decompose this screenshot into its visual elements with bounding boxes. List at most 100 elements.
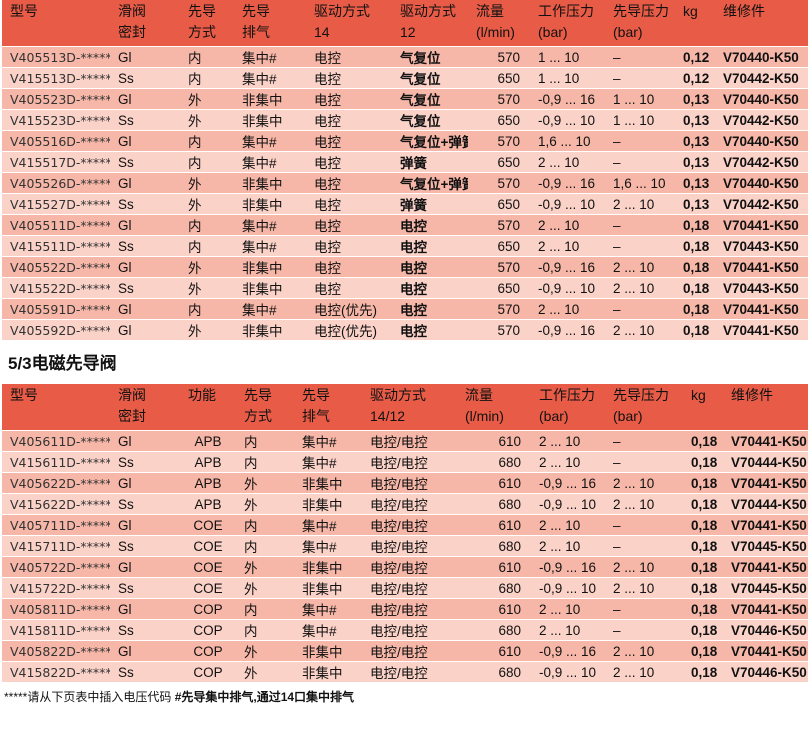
header-drive-12: 驱动方式 12 [392,0,468,46]
cell-model: V415822D-***** [2,661,110,682]
cell-drive-12: 气复位 [392,109,468,130]
cell-seal: Ss [110,277,180,298]
cell-seal: Gl [110,319,180,340]
table-row: V415811D-***** Ss COP 内集中# 电控/电控 680 2 ... 10–… [2,619,808,640]
cell-model: V405523D-***** [2,88,110,109]
cell-spare-kit: V70446-K50 [723,619,808,640]
cell-work-pressure: -0,9 ... 10 [530,109,605,130]
cell-drive-12: 弹簧 [392,193,468,214]
cell-weight: 0,18 [675,214,715,235]
header-work-pressure: 工作压力 (bar) [530,0,605,46]
cell-model: V415517D-***** [2,151,110,172]
cell-seal: Ss [110,535,180,556]
cell-pilot-pressure: – [605,514,683,535]
cell-model: V405622D-***** [2,472,110,493]
cell-spare-kit: V70441-K50 [723,556,808,577]
cell-seal: Ss [110,661,180,682]
cell-drive-14: 电控 [306,130,392,151]
cell-seal: Gl [110,640,180,661]
cell-spare-kit: V70444-K50 [723,493,808,514]
cell-drive-14: 电控 [306,151,392,172]
cell-drive-14: 电控(优先) [306,319,392,340]
cell-pilot-type: 外 [236,577,294,598]
table-row: V405522D-***** Gl 外非集中 电控 电控 570 -0,9 ... 16 2 … [2,256,808,277]
cell-drive-14-12: 电控/电控 [362,661,457,682]
cell-pilot-exhaust: 集中# [234,214,306,235]
cell-pilot-pressure: 1 ... 10 [605,109,675,130]
table-row: V405722D-***** Gl COE 外非集中 电控/电控 610 -0,9 ... … [2,556,808,577]
cell-weight: 0,18 [683,451,723,472]
cell-pilot-type: 内 [236,451,294,472]
cell-work-pressure: 2 ... 10 [531,451,605,472]
cell-pilot-pressure: 2 ... 10 [605,193,675,214]
cell-weight: 0,13 [675,109,715,130]
header-flow-line1: 流量 [465,387,493,403]
table-row: V405511D-***** Gl 内集中# 电控 电控 570 2 ... 10–0,18… [2,214,808,235]
cell-weight: 0,13 [675,172,715,193]
table-row: V415511D-***** Ss 内集中# 电控 电控 650 2 ... 10–0,18… [2,235,808,256]
footnote-voltage-code: *****请从下页表中插入电压代码 [4,690,175,704]
cell-spare-kit: V70446-K50 [723,661,808,682]
cell-model: V405711D-***** [2,514,110,535]
cell-pilot-exhaust: 非集中 [294,556,362,577]
cell-model: V405516D-***** [2,130,110,151]
cell-pilot-exhaust: 非集中 [294,493,362,514]
cell-drive-14-12: 电控/电控 [362,640,457,661]
header-pilot-pressure: 先导压力 (bar) [605,384,683,430]
header-spare-kit-line1: 维修件 [723,3,765,19]
cell-model: V415513D-***** [2,67,110,88]
cell-work-pressure: 1,6 ... 10 [530,130,605,151]
cell-function: APB [180,430,236,451]
cell-work-pressure: -0,9 ... 10 [530,277,605,298]
header-drive-12-line2: 12 [400,24,416,40]
header-drive-14-12-line1: 驱动方式 [370,387,426,403]
cell-drive-12: 电控 [392,235,468,256]
cell-weight: 0,18 [683,493,723,514]
header-pilot-pressure: 先导压力 (bar) [605,0,675,46]
cell-pilot-exhaust: 非集中 [234,256,306,277]
cell-pilot-pressure: – [605,67,675,88]
cell-model: V415611D-***** [2,451,110,472]
header-flow-line1: 流量 [476,3,504,19]
cell-drive-12: 气复位+弹簧 [392,172,468,193]
cell-drive-14-12: 电控/电控 [362,598,457,619]
table-row: V405523D-***** Gl 外非集中 电控 气复位 570 -0,9 ... 16 1… [2,88,808,109]
cell-pilot-exhaust: 集中# [234,67,306,88]
cell-pilot-type: 内 [180,67,234,88]
page: { "table1": { "headers": [ ["型号",""],["滑… [0,0,810,730]
table-row: V405811D-***** Gl COP 内集中# 电控/电控 610 2 ... 10–… [2,598,808,619]
header-work-pressure: 工作压力 (bar) [531,384,605,430]
cell-drive-14: 电控 [306,46,392,67]
cell-pilot-type: 内 [180,46,234,67]
cell-seal: Gl [110,556,180,577]
cell-pilot-pressure: – [605,535,683,556]
header-model-line1: 型号 [10,387,38,403]
cell-work-pressure: 2 ... 10 [530,151,605,172]
cell-flow: 650 [468,235,530,256]
cell-weight: 0,18 [675,235,715,256]
cell-weight: 0,18 [683,661,723,682]
header-model: 型号 [2,0,110,46]
cell-pilot-type: 外 [180,256,234,277]
cell-work-pressure: 2 ... 10 [531,598,605,619]
cell-drive-14: 电控(优先) [306,298,392,319]
cell-spare-kit: V70440-K50 [715,88,808,109]
cell-flow: 680 [457,535,531,556]
table-row: V415513D-***** Ss 内集中# 电控 气复位 650 1 ... 10–0,1… [2,67,808,88]
cell-spare-kit: V70444-K50 [723,451,808,472]
cell-seal: Ss [110,193,180,214]
cell-work-pressure: 2 ... 10 [531,619,605,640]
cell-spare-kit: V70441-K50 [723,598,808,619]
cell-seal: Ss [110,67,180,88]
cell-drive-14-12: 电控/电控 [362,619,457,640]
cell-work-pressure: -0,9 ... 16 [530,319,605,340]
cell-weight: 0,18 [683,472,723,493]
cell-seal: Gl [110,298,180,319]
cell-pilot-pressure: 2 ... 10 [605,556,683,577]
header-seal-line1: 滑阀 [118,3,146,19]
cell-model: V405722D-***** [2,556,110,577]
cell-work-pressure: -0,9 ... 10 [531,661,605,682]
cell-flow: 680 [457,451,531,472]
cell-pilot-pressure: 2 ... 10 [605,493,683,514]
cell-model: V405526D-***** [2,172,110,193]
